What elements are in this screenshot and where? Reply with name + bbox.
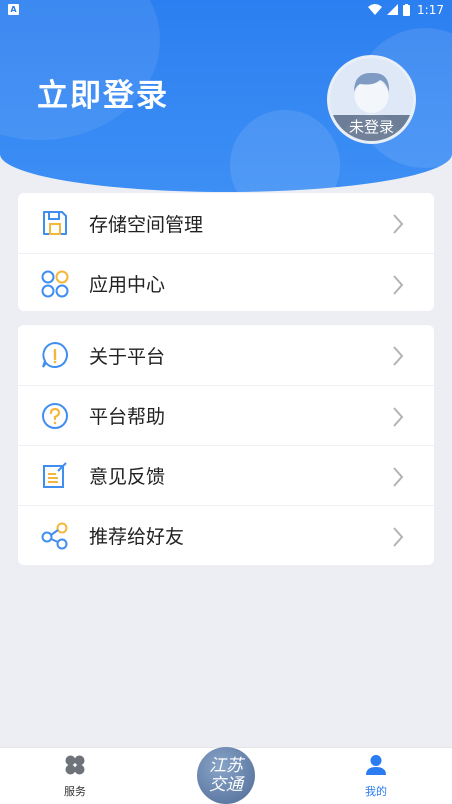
app-circles-icon xyxy=(41,270,69,298)
person-icon xyxy=(366,755,386,775)
menu-item-help[interactable]: 平台帮助 xyxy=(18,385,434,445)
chevron-right-icon xyxy=(393,275,404,295)
nav-tab-services[interactable]: 服务 xyxy=(45,754,105,799)
menu-item-label: 存储空间管理 xyxy=(89,213,204,236)
nav-label: 服务 xyxy=(64,785,86,798)
menu-item-label: 平台帮助 xyxy=(89,406,166,428)
login-title[interactable]: 立即登录 xyxy=(37,70,169,115)
jiangsu-transport-logo-button[interactable]: 江苏 交通 xyxy=(197,747,255,804)
signal-icon xyxy=(387,4,399,15)
nav-tab-mine[interactable]: 我的 xyxy=(346,754,406,799)
header-decor-circle xyxy=(230,110,340,192)
chevron-right-icon xyxy=(393,467,404,487)
avatar[interactable]: 未登录 xyxy=(327,55,416,144)
menu-item-label: 应用中心 xyxy=(89,274,166,296)
menu-card-storage-apps: 存储空间管理 应用中心 xyxy=(18,193,434,311)
status-bar: A 1:17 xyxy=(0,0,452,19)
menu-item-app-center[interactable]: 应用中心 xyxy=(18,253,434,313)
battery-icon xyxy=(403,3,411,16)
menu-card-platform: 关于平台 平台帮助 意见反馈 推荐给好友 xyxy=(18,325,434,565)
logo-text: 江苏 xyxy=(209,755,243,776)
share-icon xyxy=(41,522,69,550)
avatar-status-label: 未登录 xyxy=(330,115,413,141)
android-a-icon: A xyxy=(8,4,19,15)
menu-item-feedback[interactable]: 意见反馈 xyxy=(18,445,434,505)
status-time: 1:17 xyxy=(417,2,444,17)
logo-text: 交通 xyxy=(209,774,243,795)
feedback-edit-icon xyxy=(41,461,69,490)
chevron-right-icon xyxy=(393,527,404,547)
menu-item-share[interactable]: 推荐给好友 xyxy=(18,505,434,565)
menu-item-label: 推荐给好友 xyxy=(89,526,185,548)
menu-item-about[interactable]: 关于平台 xyxy=(18,325,434,385)
info-icon xyxy=(41,341,69,369)
chevron-right-icon xyxy=(393,214,404,234)
question-icon xyxy=(41,402,69,430)
menu-item-label: 意见反馈 xyxy=(89,466,166,488)
chevron-right-icon xyxy=(393,346,404,366)
nav-label: 我的 xyxy=(365,785,387,798)
wifi-icon xyxy=(368,4,383,15)
menu-item-label: 关于平台 xyxy=(89,345,166,368)
chevron-right-icon xyxy=(393,407,404,427)
menu-item-storage[interactable]: 存储空间管理 xyxy=(18,193,434,253)
floppy-disk-icon xyxy=(41,209,69,237)
clover-icon xyxy=(65,755,85,775)
